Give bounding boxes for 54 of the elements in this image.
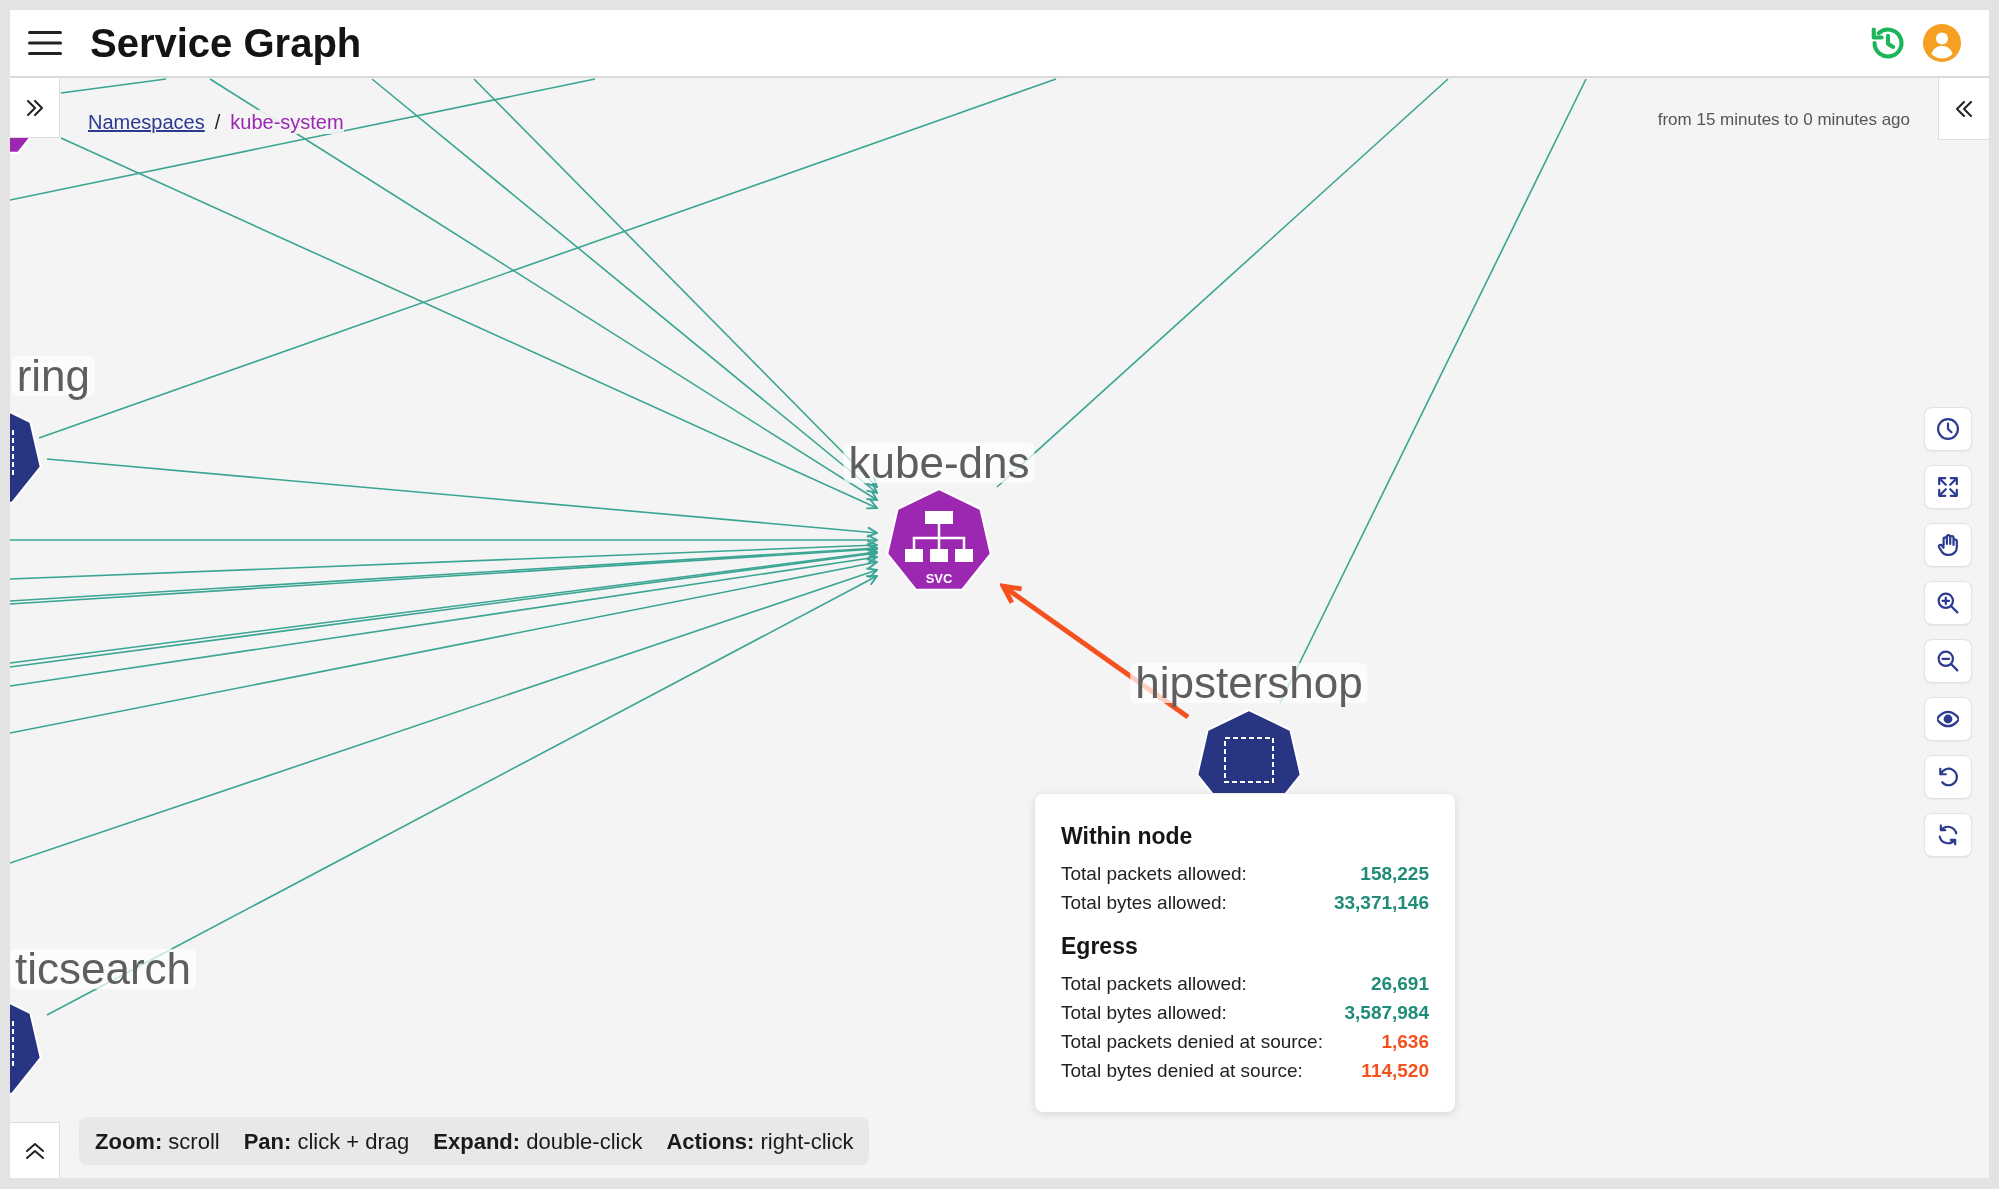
pan-button[interactable] [1924, 523, 1972, 567]
double-chevron-right-icon [25, 99, 44, 116]
stat-label: Total packets allowed: [1061, 972, 1247, 996]
node-type-label: SVC [925, 572, 953, 586]
zoom-out-button[interactable] [1924, 639, 1972, 683]
double-chevron-left-icon [1955, 100, 1973, 117]
stat-value: 114,520 [1361, 1059, 1429, 1083]
page-title: Service Graph [90, 20, 362, 67]
stat-label: Total packets allowed: [1061, 862, 1247, 886]
stat-value: 26,691 [1370, 972, 1429, 996]
shortcut-hint: Zoom: scroll [95, 1127, 220, 1156]
stat-label: Total bytes allowed: [1061, 891, 1227, 915]
refresh-icon [1937, 824, 1959, 846]
hand-icon [1937, 534, 1959, 556]
stat-label: Total bytes allowed: [1061, 1001, 1227, 1025]
section-title: Egress [1061, 932, 1139, 961]
node-label: ticsearch [10, 949, 197, 989]
namespace-node-icon[interactable] [1196, 709, 1302, 793]
shortcut-hint: Expand: double-click [433, 1127, 643, 1156]
shortcut-hint: Actions: right-click [666, 1127, 854, 1156]
stat-value: 3,587,984 [1344, 1001, 1429, 1025]
visibility-button[interactable] [1924, 697, 1972, 741]
collapse-panel-button[interactable] [1938, 78, 1989, 140]
undo-button[interactable] [1924, 755, 1972, 799]
namespace-node-icon[interactable] [10, 1001, 43, 1096]
shortcut-hint: Pan: click + drag [243, 1127, 410, 1156]
stat-value: 1,636 [1381, 1030, 1429, 1054]
time-button[interactable] [1924, 407, 1972, 451]
stat-value: 158,225 [1360, 862, 1429, 886]
undo-icon [1937, 766, 1959, 788]
expand-bottom-panel-button[interactable] [10, 1122, 60, 1178]
node-label: kube-dns [843, 443, 1035, 483]
clock-icon [1937, 418, 1959, 440]
refresh-button[interactable] [1924, 813, 1972, 857]
user-avatar-icon [1923, 24, 1961, 62]
expand-arrows-icon [1937, 476, 1959, 498]
stat-label: Total packets denied at source: [1061, 1030, 1323, 1054]
fit-view-button[interactable] [1924, 465, 1972, 509]
zoom-in-button[interactable] [1924, 581, 1972, 625]
namespace-node-icon[interactable] [10, 410, 43, 505]
double-chevron-up-icon [25, 1141, 44, 1160]
stat-label: Total bytes denied at source: [1061, 1059, 1303, 1083]
menu-button[interactable] [28, 31, 62, 55]
zoom-out-icon [1937, 650, 1959, 672]
eye-icon [1937, 708, 1959, 730]
section-title: Within node [1061, 822, 1194, 851]
stat-value: 33,371,146 [1333, 891, 1429, 915]
time-range-text: from 15 minutes to 0 minutes ago [1657, 109, 1910, 131]
expand-panel-button[interactable] [10, 78, 60, 138]
service-node-icon[interactable] [886, 488, 992, 592]
service-node-icon[interactable] [10, 138, 31, 154]
zoom-in-icon [1937, 592, 1959, 614]
menu-icon [28, 31, 62, 55]
breadcrumb-current: kube-system [230, 110, 344, 134]
